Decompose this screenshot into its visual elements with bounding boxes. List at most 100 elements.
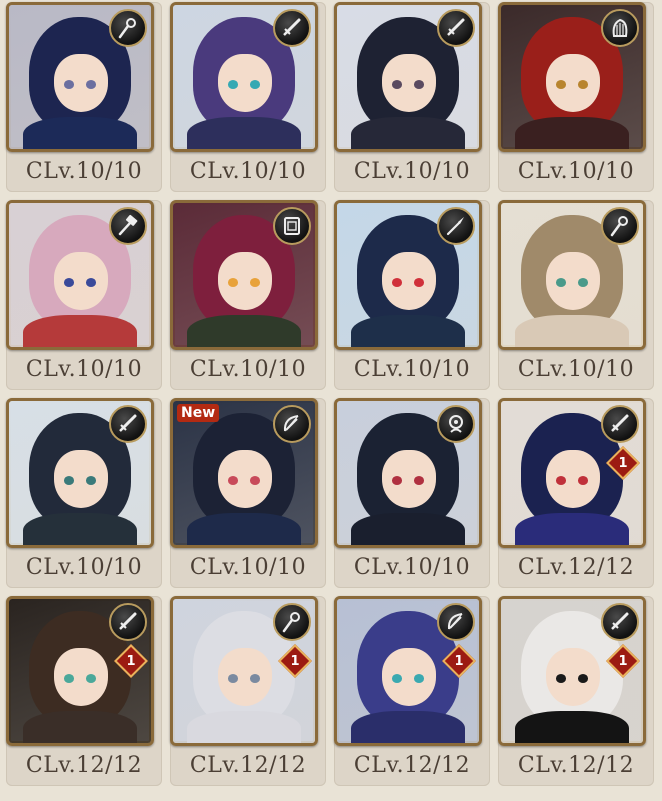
portrait-eye (228, 475, 239, 485)
portrait-body (23, 711, 137, 743)
character-card[interactable]: CLv.10/10 (334, 2, 490, 192)
portrait-body (515, 315, 629, 347)
character-portrait[interactable]: New (170, 398, 318, 548)
character-portrait[interactable]: 1 (6, 596, 154, 746)
portrait-eye (392, 673, 403, 683)
portrait-eye (64, 79, 75, 89)
class-level-label: CLv.10/10 (25, 158, 143, 184)
portrait-face (546, 251, 601, 310)
sword-icon (273, 9, 311, 47)
portrait-face (382, 251, 437, 310)
portrait-body (23, 117, 137, 149)
character-portrait[interactable] (170, 200, 318, 350)
rank-badge-label: 1 (618, 455, 628, 471)
character-card[interactable]: CLv.10/10 (498, 200, 654, 390)
class-level-label: CLv.12/12 (189, 752, 307, 778)
rank-badge-label: 1 (290, 653, 300, 669)
character-card[interactable]: 1 CLv.12/12 (334, 596, 490, 786)
portrait-eye (85, 475, 96, 485)
character-card[interactable]: CLv.10/10 (498, 2, 654, 192)
portrait-face (546, 449, 601, 508)
character-portrait[interactable]: 1 (498, 596, 646, 746)
portrait-face (546, 53, 601, 112)
class-level-label: CLv.10/10 (353, 356, 471, 382)
character-portrait[interactable]: 1 (334, 596, 482, 746)
class-level-label: CLv.10/10 (189, 356, 307, 382)
rank-badge-label: 1 (454, 653, 464, 669)
portrait-eye (577, 673, 588, 683)
portrait-eye (556, 475, 567, 485)
portrait-face (382, 449, 437, 508)
portrait-eye (577, 277, 588, 287)
portrait-body (351, 117, 465, 149)
class-level-label: CLv.12/12 (353, 752, 471, 778)
character-card[interactable]: CLv.10/10 (6, 398, 162, 588)
character-card[interactable]: CLv.10/10 (170, 2, 326, 192)
portrait-eye (249, 475, 260, 485)
character-portrait[interactable] (170, 2, 318, 152)
class-level-label: CLv.10/10 (353, 158, 471, 184)
orb-icon (437, 405, 475, 443)
portrait-eye (85, 673, 96, 683)
sword-icon (437, 9, 475, 47)
character-portrait[interactable] (498, 200, 646, 350)
class-level-label: CLv.10/10 (353, 554, 471, 580)
portrait-face (546, 647, 601, 706)
class-level-label: CLv.10/10 (517, 158, 635, 184)
character-portrait[interactable] (6, 398, 154, 548)
character-portrait[interactable] (6, 2, 154, 152)
bow-icon (437, 603, 475, 641)
portrait-body (23, 315, 137, 347)
tome-icon (273, 207, 311, 245)
character-card[interactable]: CLv.10/10 (334, 200, 490, 390)
character-portrait[interactable] (334, 398, 482, 548)
portrait-eye (249, 673, 260, 683)
portrait-body (515, 513, 629, 545)
portrait-face (218, 449, 273, 508)
portrait-body (351, 711, 465, 743)
portrait-eye (64, 475, 75, 485)
character-portrait[interactable] (6, 200, 154, 350)
portrait-face (218, 53, 273, 112)
portrait-body (515, 711, 629, 743)
character-card[interactable]: 1 CLv.12/12 (498, 398, 654, 588)
portrait-eye (228, 277, 239, 287)
portrait-face (218, 251, 273, 310)
character-card[interactable]: 1 CLv.12/12 (6, 596, 162, 786)
new-tag: New (177, 404, 220, 422)
hammer-icon (109, 207, 147, 245)
staff-icon (273, 603, 311, 641)
portrait-eye (85, 277, 96, 287)
portrait-eye (85, 79, 96, 89)
portrait-face (54, 647, 109, 706)
portrait-eye (64, 277, 75, 287)
portrait-eye (228, 673, 239, 683)
character-card[interactable]: 1 CLv.12/12 (170, 596, 326, 786)
sword-icon (601, 603, 639, 641)
character-card[interactable]: CLv.10/10 (334, 398, 490, 588)
class-level-label: CLv.12/12 (517, 554, 635, 580)
class-level-label: CLv.10/10 (25, 554, 143, 580)
portrait-eye (413, 673, 424, 683)
character-card[interactable]: 1 CLv.12/12 (498, 596, 654, 786)
class-level-label: CLv.10/10 (189, 158, 307, 184)
character-portrait[interactable]: 1 (170, 596, 318, 746)
bow-icon (273, 405, 311, 443)
portrait-eye (392, 475, 403, 485)
character-portrait[interactable]: 1 (498, 398, 646, 548)
character-card[interactable]: New CLv.10/10 (170, 398, 326, 588)
rank-badge-label: 1 (618, 653, 628, 669)
character-card[interactable]: CLv.10/10 (6, 2, 162, 192)
character-portrait[interactable] (334, 200, 482, 350)
portrait-eye (556, 277, 567, 287)
character-card[interactable]: CLv.10/10 (170, 200, 326, 390)
spear-icon (437, 207, 475, 245)
character-portrait[interactable] (498, 2, 646, 152)
portrait-eye (413, 475, 424, 485)
portrait-eye (392, 277, 403, 287)
character-portrait[interactable] (334, 2, 482, 152)
character-card[interactable]: CLv.10/10 (6, 200, 162, 390)
class-level-label: CLv.10/10 (189, 554, 307, 580)
staff-icon (109, 9, 147, 47)
portrait-body (23, 513, 137, 545)
